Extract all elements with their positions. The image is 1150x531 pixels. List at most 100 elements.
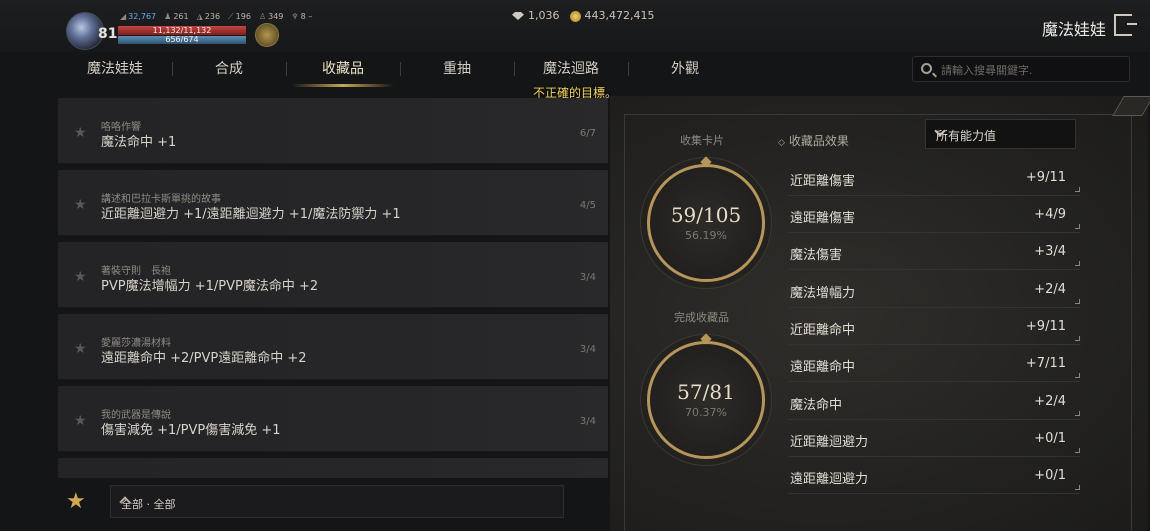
corner-tick-icon (1075, 336, 1080, 341)
effect-row[interactable]: 近距離命中 +9/11 (788, 313, 1080, 345)
effect-name: 遠距離迴避力 (790, 472, 869, 487)
effect-value: +3/4 (1034, 244, 1066, 259)
list-item[interactable]: ★ 著裝守則 長袍 PVP魔法增幅力 +1/PVP魔法命中 +2 3/4 (58, 242, 608, 308)
mp-bar: 656/674 (118, 36, 246, 44)
complete-value: 57/81 (677, 380, 735, 404)
effect-value: +2/4 (1034, 394, 1066, 409)
currency-display: 1,036 443,472,415 (512, 9, 654, 22)
gold-coin-icon (569, 10, 581, 22)
effect-name: 魔法命中 (790, 398, 843, 413)
effect-value: +9/11 (1025, 170, 1066, 185)
frame-corner-ornament (1112, 96, 1150, 116)
tab-synthesis[interactable]: 合成 (172, 54, 286, 84)
effect-value: +9/11 (1025, 319, 1066, 334)
tab-bar: 魔法娃娃 合成 收藏品 重抽 魔法迴路 外觀 (58, 54, 742, 87)
corner-tick-icon (1075, 299, 1080, 304)
tab-collection[interactable]: 收藏品 (286, 54, 400, 87)
effect-row[interactable]: 遠距離迴避力 +0/1 (788, 462, 1080, 494)
complete-progress-ring: 57/81 70.37% (647, 341, 765, 459)
search-icon[interactable] (921, 63, 932, 74)
collection-effect: 傷害減免 +1/PVP傷害減免 +1 (101, 423, 281, 438)
corner-tick-icon (1075, 224, 1080, 229)
effect-value: +0/1 (1034, 468, 1066, 483)
hp-bar: 11,132/11,132 (118, 26, 246, 35)
search-input[interactable] (941, 61, 1121, 79)
effect-name: 近距離迴避力 (790, 435, 869, 450)
effect-value: +0/1 (1034, 431, 1066, 446)
list-item[interactable] (58, 458, 608, 478)
effect-name: 魔法增幅力 (790, 286, 856, 301)
effect-value: +4/9 (1034, 207, 1066, 222)
cards-percent: 56.19% (685, 229, 727, 242)
effect-name: 近距離命中 (790, 323, 856, 338)
player-level: 81 (98, 26, 118, 42)
collection-count: 6/7 (579, 128, 596, 139)
list-item[interactable]: ★ 講述和巴拉卡斯單挑的故事 近距離迴避力 +1/遠距離迴避力 +1/魔法防禦力… (58, 170, 608, 236)
exit-icon[interactable] (1114, 14, 1137, 36)
effect-row[interactable]: 魔法傷害 +3/4 (788, 238, 1080, 270)
collection-effect: PVP魔法增幅力 +1/PVP魔法命中 +2 (101, 279, 319, 294)
corner-tick-icon (1075, 411, 1080, 416)
gem-icon (512, 12, 524, 20)
collection-effect: 魔法命中 +1 (101, 135, 177, 150)
collection-count: 3/4 (579, 272, 596, 283)
effects-label: 收藏品效果 (778, 132, 849, 149)
effect-name: 遠距離命中 (790, 360, 856, 375)
favorite-star-icon[interactable]: ★ (74, 414, 87, 428)
effect-value: +2/4 (1034, 282, 1066, 297)
search-box[interactable] (912, 56, 1130, 82)
stat-c: ⟋ 196 (228, 12, 251, 21)
collection-count: 4/5 (579, 200, 596, 211)
tab-reroll[interactable]: 重抽 (400, 54, 514, 84)
corner-tick-icon (1075, 373, 1080, 378)
tab-magic-circuit[interactable]: 魔法迴路 (514, 54, 628, 84)
collection-count: 3/4 (579, 344, 596, 355)
gem-count: 1,036 (512, 9, 560, 22)
corner-tick-icon (1075, 485, 1080, 490)
tab-appearance[interactable]: 外觀 (628, 54, 742, 84)
player-stats: ◢ 32,767 ♟ 261 ◮ 236 ⟋ 196 ♙ 349 ♆ 8 – (120, 12, 312, 22)
cards-label: 收集卡片 (680, 134, 724, 147)
tab-magic-doll[interactable]: 魔法娃娃 (58, 54, 172, 84)
list-item[interactable]: ★ 咯咯作響 魔法命中 +1 6/7 (58, 98, 608, 164)
effect-row[interactable]: 近距離迴避力 +0/1 (788, 425, 1080, 457)
effect-row[interactable]: 遠距離傷害 +4/9 (788, 201, 1080, 233)
corner-tick-icon (1075, 448, 1080, 453)
complete-percent: 70.37% (685, 406, 727, 419)
clan-crest-icon[interactable] (255, 23, 279, 47)
effect-name: 魔法傷害 (790, 248, 843, 263)
corner-tick-icon (1075, 187, 1080, 192)
filter-label: 全部 · 全部 (121, 498, 176, 511)
effect-name: 遠距離傷害 (790, 211, 856, 226)
effect-row[interactable]: 魔法命中 +2/4 (788, 388, 1080, 420)
favorite-star-icon[interactable]: ★ (74, 126, 87, 140)
corner-tick-icon (1075, 261, 1080, 266)
category-filter[interactable]: 全部 · 全部 (110, 485, 564, 518)
combat-power: ◢ 32,767 (120, 12, 157, 21)
collection-effect: 遠距離命中 +2/PVP遠距離命中 +2 (101, 351, 307, 366)
cards-progress-ring: 59/105 56.19% (647, 164, 765, 282)
favorite-star-icon[interactable]: ★ (74, 198, 87, 212)
stat-filter-dropdown[interactable]: 所有能力值 (925, 119, 1076, 149)
gold-count: 443,472,415 (569, 9, 654, 22)
favorites-star-icon[interactable]: ★ (66, 489, 86, 514)
favorite-star-icon[interactable]: ★ (74, 270, 87, 284)
cards-value: 59/105 (670, 203, 742, 227)
stat-e: ♆ 8 – (291, 12, 313, 21)
effect-name: 近距離傷害 (790, 174, 856, 189)
effect-row[interactable]: 遠距離命中 +7/11 (788, 350, 1080, 382)
effect-row[interactable]: 魔法增幅力 +2/4 (788, 276, 1080, 308)
effect-value: +7/11 (1025, 356, 1066, 371)
stat-b: ◮ 236 (196, 12, 221, 21)
list-item[interactable]: ★ 我的武器是傳說 傷害減免 +1/PVP傷害減免 +1 3/4 (58, 386, 608, 452)
collection-count: 3/4 (579, 416, 596, 427)
favorite-star-icon[interactable]: ★ (74, 342, 87, 356)
stat-a: ♟ 261 (164, 12, 189, 21)
collection-list[interactable]: ★ 咯咯作響 魔法命中 +1 6/7 ★ 講述和巴拉卡斯單挑的故事 近距離迴避力… (58, 98, 608, 478)
list-item[interactable]: ★ 愛麗莎濃湯材料 遠距離命中 +2/PVP遠距離命中 +2 3/4 (58, 314, 608, 380)
collection-effect: 近距離迴避力 +1/遠距離迴避力 +1/魔法防禦力 +1 (101, 207, 401, 222)
stat-d: ♙ 349 (258, 12, 284, 21)
effect-row[interactable]: 近距離傷害 +9/11 (788, 164, 1080, 196)
page-title: 魔法娃娃 (1041, 20, 1106, 39)
complete-label: 完成收藏品 (674, 311, 729, 324)
